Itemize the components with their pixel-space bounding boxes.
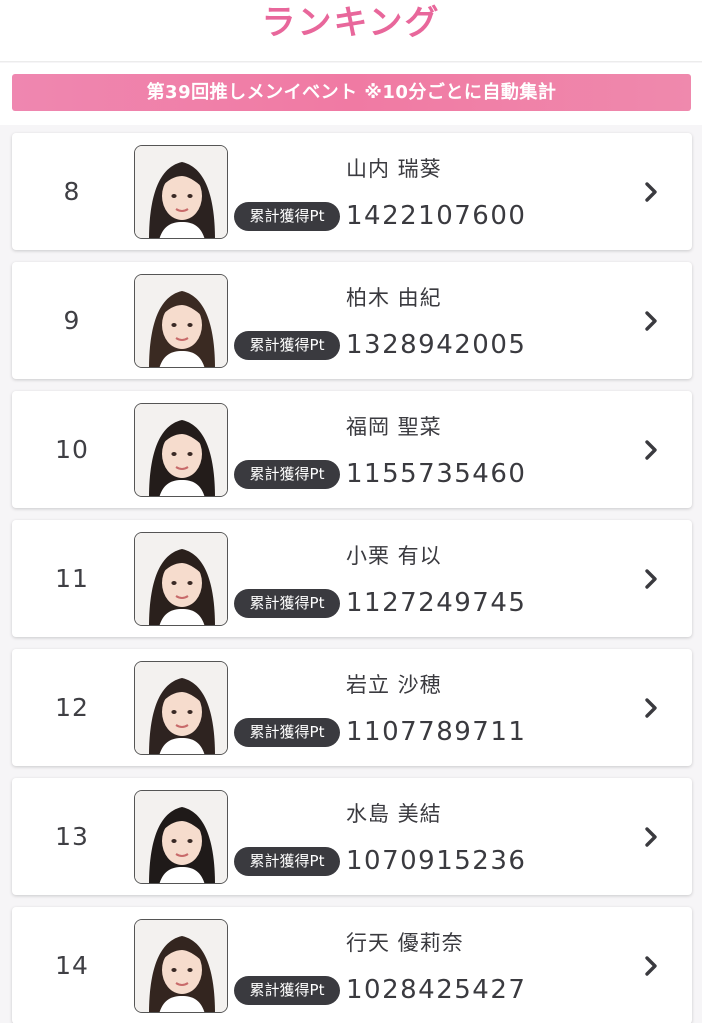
cumulative-points-value: 1422107600: [346, 201, 527, 231]
member-photo: [134, 145, 228, 239]
ranking-row[interactable]: 12 岩立 沙穂 累計獲得Pt 1107789711: [12, 649, 692, 766]
cumulative-points-badge: 累計獲得Pt: [234, 589, 340, 618]
member-photo: [134, 274, 228, 368]
member-name: 岩立 沙穂: [346, 673, 442, 697]
ranking-row[interactable]: 14 行天 優莉奈 累計獲得Pt 1028425427: [12, 907, 692, 1023]
cumulative-points-badge: 累計獲得Pt: [234, 976, 340, 1005]
member-photo: [134, 532, 228, 626]
chevron-right-icon[interactable]: [640, 953, 662, 979]
cumulative-points-value: 1328942005: [346, 330, 527, 360]
ranking-row[interactable]: 8 山内 瑞葵 累計獲得Pt 1422107600: [12, 133, 692, 250]
member-photo: [134, 790, 228, 884]
ranking-row[interactable]: 10 福岡 聖菜 累計獲得Pt 1155735460: [12, 391, 692, 508]
cumulative-points-value: 1070915236: [346, 846, 527, 876]
member-photo: [134, 661, 228, 755]
chevron-right-icon[interactable]: [640, 695, 662, 721]
cumulative-points-value: 1127249745: [346, 588, 527, 618]
cumulative-points-value: 1155735460: [346, 459, 527, 489]
cumulative-points-badge: 累計獲得Pt: [234, 460, 340, 489]
page-title: ランキング: [261, 3, 441, 43]
chevron-right-icon[interactable]: [640, 437, 662, 463]
member-name: 柏木 由紀: [346, 286, 442, 310]
member-photo: [134, 919, 228, 1013]
member-name: 山内 瑞葵: [346, 157, 442, 181]
member-name: 小栗 有以: [346, 544, 442, 568]
cumulative-points-value: 1107789711: [346, 717, 527, 747]
member-photo: [134, 403, 228, 497]
ranking-row[interactable]: 11 小栗 有以 累計獲得Pt 1127249745: [12, 520, 692, 637]
ranking-row[interactable]: 9 柏木 由紀 累計獲得Pt 1328942005: [12, 262, 692, 379]
member-name: 水島 美結: [346, 802, 442, 826]
rank-number: 13: [55, 822, 89, 851]
member-name: 行天 優莉奈: [346, 931, 464, 955]
ranking-row[interactable]: 13 水島 美結 累計獲得Pt 1070915236: [12, 778, 692, 895]
cumulative-points-badge: 累計獲得Pt: [234, 331, 340, 360]
cumulative-points-badge: 累計獲得Pt: [234, 202, 340, 231]
cumulative-points-value: 1028425427: [346, 975, 527, 1005]
member-name: 福岡 聖菜: [346, 415, 442, 439]
chevron-right-icon[interactable]: [640, 179, 662, 205]
chevron-right-icon[interactable]: [640, 566, 662, 592]
rank-number: 10: [55, 435, 89, 464]
rank-number: 14: [55, 951, 89, 980]
rank-number: 11: [55, 564, 89, 593]
rank-number: 8: [63, 177, 81, 206]
chevron-right-icon[interactable]: [640, 824, 662, 850]
event-banner-area: 第39回推しメンイベント ※10分ごとに自動集計: [0, 63, 702, 125]
rank-number: 12: [55, 693, 89, 722]
cumulative-points-badge: 累計獲得Pt: [234, 847, 340, 876]
page-header: ランキング: [0, 0, 702, 62]
chevron-right-icon[interactable]: [640, 308, 662, 334]
cumulative-points-badge: 累計獲得Pt: [234, 718, 340, 747]
event-banner: 第39回推しメンイベント ※10分ごとに自動集計: [12, 74, 691, 111]
rank-number: 9: [63, 306, 81, 335]
